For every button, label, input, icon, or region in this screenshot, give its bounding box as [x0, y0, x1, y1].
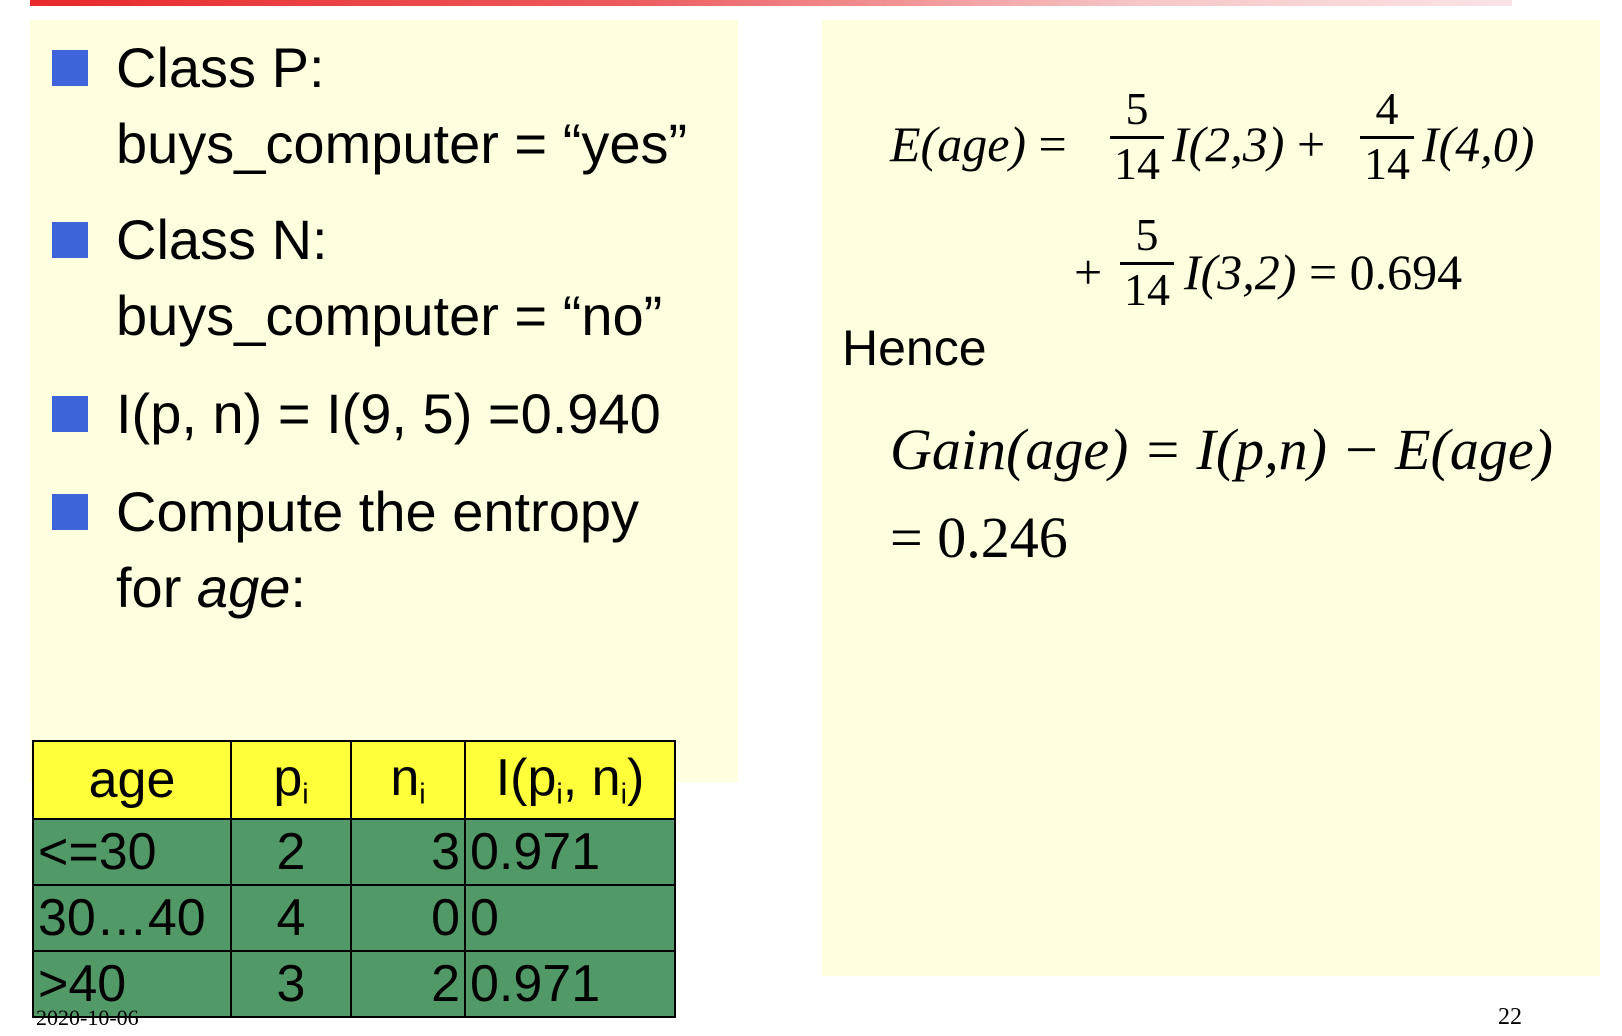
footer-date: 2020-10-06: [36, 1005, 139, 1030]
gain-expression: Gain(age) = I(p,n) − E(age): [890, 417, 1553, 482]
table-row: 30…40 4 0 0: [32, 884, 676, 952]
top-accent-bar: [30, 0, 1512, 6]
header-info: I(pi, ni): [464, 740, 676, 820]
plus-sign: +: [1074, 244, 1103, 300]
class-p-definition: buys_computer = “yes”: [116, 112, 688, 175]
square-bullet-icon: [52, 396, 88, 432]
age-entropy-table: age pi ni I(pi, ni) <=30 2 3 0.971 30…40…: [32, 740, 676, 1018]
square-bullet-icon: [52, 494, 88, 530]
term-i-2-3: I(2,3) +: [1172, 116, 1326, 172]
square-bullet-icon: [52, 50, 88, 86]
fraction-5-14-b: 5 14: [1120, 212, 1174, 313]
e-age-lhs: E(age) =: [890, 116, 1067, 172]
hence-label: Hence: [842, 320, 987, 376]
page-number: 22: [1498, 1004, 1522, 1030]
header-n: ni: [350, 740, 466, 820]
square-bullet-icon: [52, 222, 88, 258]
header-p: pi: [230, 740, 352, 820]
header-age: age: [32, 740, 232, 820]
term-i-3-2-result: I(3,2) = 0.694: [1184, 244, 1463, 300]
class-n-definition: buys_computer = “no”: [116, 284, 663, 347]
fraction-5-14-a: 5 14: [1110, 86, 1164, 187]
table-row: <=30 2 3 0.971: [32, 818, 676, 886]
compute-entropy-continuation: for age:: [116, 556, 306, 619]
table-header-row: age pi ni I(pi, ni): [32, 740, 676, 820]
term-i-4-0: I(4,0): [1422, 116, 1535, 172]
gain-result: = 0.246: [890, 505, 1068, 570]
fraction-4-14: 4 14: [1360, 86, 1414, 187]
